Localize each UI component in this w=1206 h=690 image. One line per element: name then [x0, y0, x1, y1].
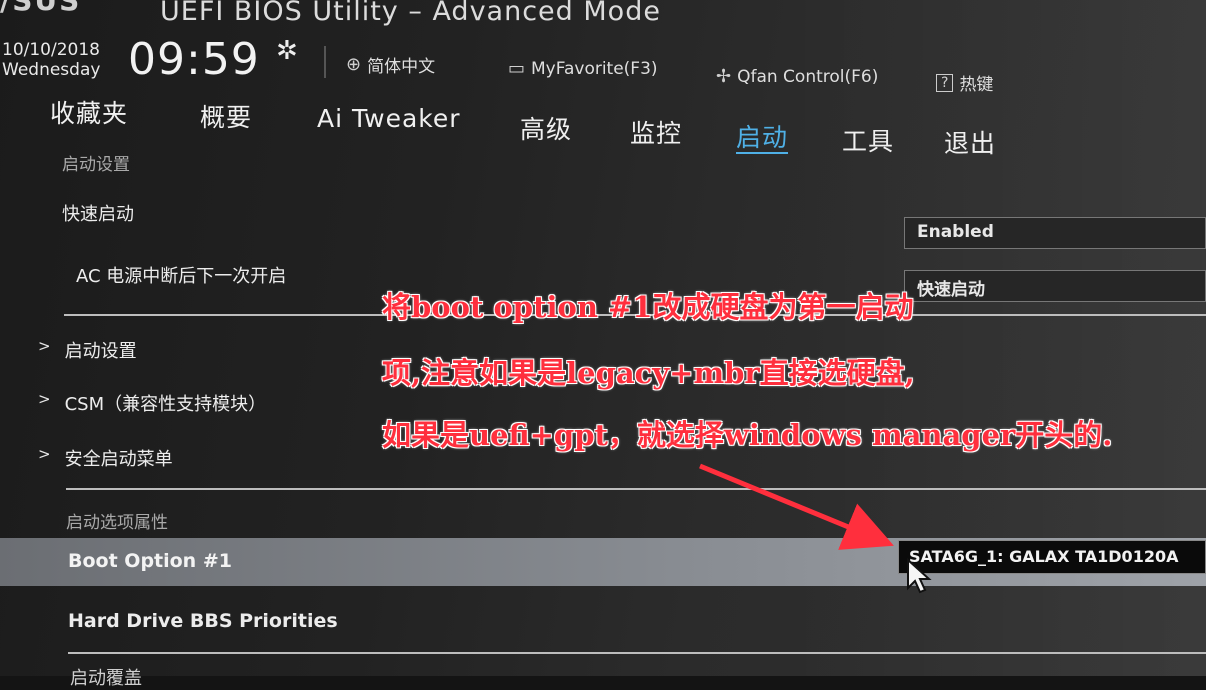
annotation-arrow	[699, 463, 894, 550]
arrow-line	[699, 463, 894, 550]
mouse-cursor-icon	[907, 558, 932, 594]
